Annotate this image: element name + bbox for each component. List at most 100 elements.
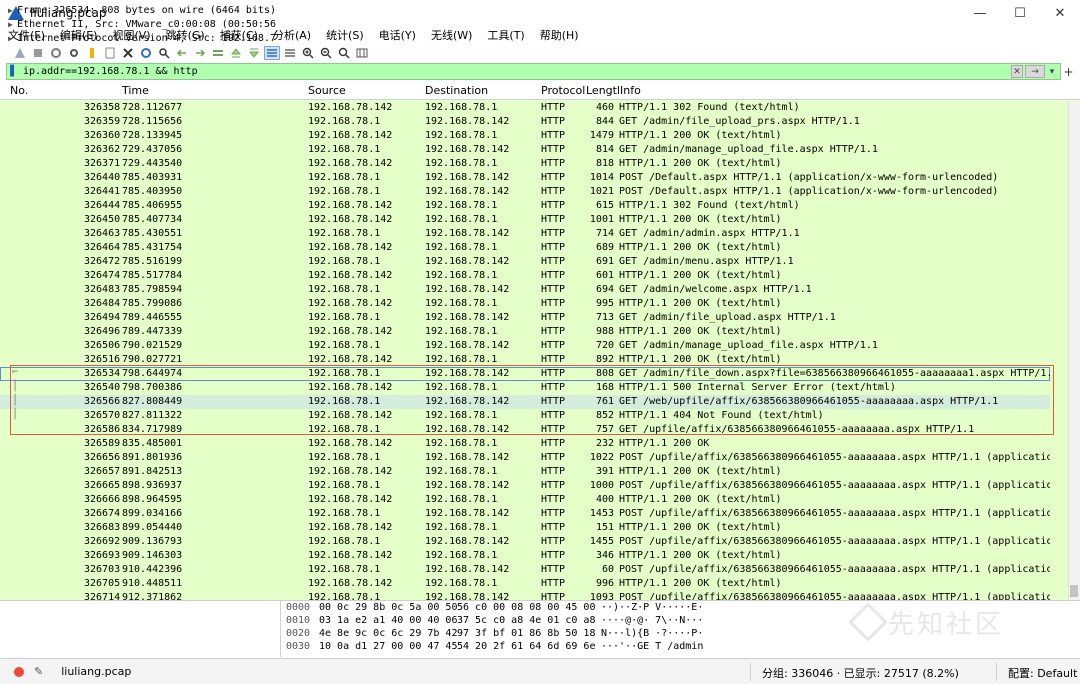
display-filter-input[interactable] <box>21 66 1060 77</box>
packet-row[interactable]: 326705 910.448511 192.168.78.142 192.168.78… <box>0 577 1050 591</box>
packet-row[interactable]: 326714 912.371862 192.168.78.1 192.168.78.1… <box>0 591 1077 600</box>
menu-wireless[interactable]: 无线(W) <box>431 27 472 43</box>
column-source[interactable]: Source <box>308 84 346 97</box>
packet-row[interactable]: 326692 909.136793 192.168.78.1 192.168.78.1… <box>0 535 1077 549</box>
column-destination[interactable]: Destination <box>425 84 488 97</box>
packet-row[interactable]: 326693 909.146303 192.168.78.142 192.168.78… <box>0 549 1050 563</box>
minimize-button[interactable]: — <box>960 0 1000 26</box>
packet-no: 326483 <box>84 284 121 295</box>
packet-row[interactable]: 326496 789.447339 192.168.78.142 192.168.78… <box>0 325 1050 339</box>
packet-row[interactable]: 326665 898.936937 192.168.78.1 192.168.78.1… <box>0 479 1077 493</box>
packet-no: 326516 <box>84 354 121 365</box>
packet-source: 192.168.78.1 <box>308 340 381 351</box>
menu-tools[interactable]: 工具(T) <box>487 27 524 43</box>
packet-row[interactable]: 326371 729.443540 192.168.78.142 192.168.78… <box>0 157 1050 171</box>
packet-row[interactable]: 326464 785.431754 192.168.78.142 192.168.78… <box>0 241 1050 255</box>
packet-protocol: HTTP <box>541 592 566 600</box>
status-profile[interactable]: 配置: Default <box>1008 665 1077 681</box>
packet-row[interactable]: 326534 798.644974 192.168.78.1 192.168.78.1… <box>0 367 1059 381</box>
packet-row[interactable]: 326703 910.442396 192.168.78.1 192.168.78.1… <box>0 563 1077 577</box>
menu-statistics[interactable]: 统计(S) <box>326 27 364 43</box>
packet-no: 326360 <box>84 130 121 141</box>
packet-length: 713 <box>595 312 614 323</box>
close-button[interactable]: ✕ <box>1040 0 1080 26</box>
detail-row-frame[interactable]: ▶ Frame 326534: 808 bytes on wire (6464 b… <box>8 3 276 17</box>
packet-row[interactable]: 326472 785.516199 192.168.78.1 192.168.78.1… <box>0 255 1050 269</box>
filter-bookmark-icon[interactable]: ▌ <box>7 65 21 78</box>
packet-protocol: HTTP <box>541 228 566 239</box>
packet-row[interactable]: 326483 785.798594 192.168.78.1 192.168.78.1… <box>0 283 1050 297</box>
column-protocol[interactable]: Protocol <box>541 84 585 97</box>
hex-offset: 0000 <box>286 602 311 613</box>
packet-time: 909.136793 <box>122 536 183 547</box>
menu-telephony[interactable]: 电话(Y) <box>379 27 416 43</box>
packet-length: 1093 <box>589 592 614 600</box>
column-time[interactable]: Time <box>122 84 149 97</box>
hex-bytes-a: 10 0a d1 27 00 00 47 45 <box>319 641 458 652</box>
expand-arrow-icon[interactable]: ▶ <box>8 34 17 43</box>
column-no[interactable]: No. <box>10 84 28 97</box>
packet-no: 326358 <box>84 102 121 113</box>
packet-row[interactable]: 326674 899.034166 192.168.78.1 192.168.78.1… <box>0 507 1077 521</box>
packet-row[interactable]: 326362 729.437056 192.168.78.1 192.168.78.1… <box>0 143 1050 157</box>
packet-row[interactable]: 326358 728.112677 192.168.78.142 192.168.78… <box>0 101 1050 115</box>
packet-no: 326703 <box>84 564 121 575</box>
menu-analyze[interactable]: 分析(A) <box>273 27 311 43</box>
resize-columns-icon[interactable] <box>354 46 370 60</box>
packet-row[interactable]: 326589 835.485001 192.168.78.142 192.168.78… <box>0 437 1050 451</box>
hex-row[interactable]: 0030 10 0a d1 27 00 00 47 45 54 20 2f 61… <box>281 641 1076 655</box>
zoom-in-icon[interactable] <box>300 46 316 60</box>
packet-row[interactable]: 326441 785.403950 192.168.78.1 192.168.78.1… <box>0 185 1050 199</box>
detail-row-ethernet[interactable]: ▶ Ethernet II, Src: VMware_c0:00:08 (00:5… <box>8 17 276 31</box>
capture-status-icon[interactable] <box>14 666 24 677</box>
packet-length: 391 <box>595 466 614 477</box>
packet-list-scrollbar[interactable] <box>1050 101 1080 600</box>
packet-destination: 192.168.78.142 <box>425 368 510 379</box>
expand-arrow-icon[interactable]: ▶ <box>8 20 17 29</box>
packet-row[interactable]: 326586 834.717989 192.168.78.1 192.168.78.1… <box>0 423 1050 437</box>
maximize-button[interactable]: ☐ <box>1000 0 1040 26</box>
detail-row-ip[interactable]: ▶ Internet Protocol Version 4, Src: 192.1… <box>8 31 276 45</box>
apply-filter-button[interactable]: → <box>1025 65 1045 78</box>
packet-row[interactable]: 326657 891.842513 192.168.78.142 192.168.78… <box>0 465 1050 479</box>
filter-history-dropdown[interactable]: ▾ <box>1047 65 1057 78</box>
packet-length: 892 <box>595 354 614 365</box>
scrollbar-track[interactable] <box>1068 101 1080 600</box>
packet-row[interactable]: 326666 898.964595 192.168.78.142 192.168.78… <box>0 493 1050 507</box>
packet-no: 326656 <box>84 452 121 463</box>
zoom-reset-icon[interactable] <box>336 46 352 60</box>
add-filter-button[interactable]: + <box>1061 63 1076 80</box>
packet-row[interactable]: 326506 790.021529 192.168.78.1 192.168.78.1… <box>0 339 1050 353</box>
packet-row[interactable]: 326566 827.808449 192.168.78.1 192.168.78.1… <box>0 395 1050 409</box>
status-packet-stats: 分组: 336046 · 已显示: 27517 (8.2%) <box>762 667 959 680</box>
scrollbar-thumb[interactable] <box>1070 585 1078 597</box>
colorize-icon[interactable] <box>282 46 298 60</box>
packet-row[interactable]: 326360 728.133945 192.168.78.142 192.168.78… <box>0 129 1050 143</box>
packet-time: 789.446555 <box>122 312 183 323</box>
packet-row[interactable]: 326444 785.406955 192.168.78.142 192.168.78… <box>0 199 1050 213</box>
packet-row[interactable]: 326516 790.027721 192.168.78.142 192.168.78… <box>0 353 1050 367</box>
packet-time: 785.431754 <box>122 242 183 253</box>
zoom-out-icon[interactable] <box>318 46 334 60</box>
column-length[interactable]: Lengtl <box>586 84 620 97</box>
packet-row[interactable]: 326359 728.115656 192.168.78.1 192.168.78.1… <box>0 115 1050 129</box>
edit-comment-icon[interactable]: ✎ <box>34 665 43 678</box>
expand-arrow-icon[interactable]: ▶ <box>8 6 17 15</box>
packet-row[interactable]: 326656 891.801936 192.168.78.1 192.168.78.1… <box>0 451 1077 465</box>
packet-row[interactable]: 326474 785.517784 192.168.78.142 192.168.78… <box>0 269 1050 283</box>
packet-row[interactable]: 326463 785.430551 192.168.78.1 192.168.78.1… <box>0 227 1050 241</box>
clear-filter-button[interactable]: ✕ <box>1011 65 1023 78</box>
packet-row[interactable]: 326494 789.446555 192.168.78.1 192.168.78.1… <box>0 311 1050 325</box>
column-info[interactable]: Info <box>620 84 641 97</box>
packet-row[interactable]: 326440 785.403931 192.168.78.1 192.168.78.1… <box>0 171 1050 185</box>
packet-row[interactable]: 326450 785.407734 192.168.78.142 192.168.78… <box>0 213 1050 227</box>
packet-destination: 192.168.78.1 <box>425 270 498 281</box>
packet-info: HTTP/1.1 200 OK (text/html) <box>619 130 782 141</box>
packet-row[interactable]: 326484 785.799086 192.168.78.142 192.168.78… <box>0 297 1050 311</box>
packet-protocol: HTTP <box>541 438 566 449</box>
packet-row[interactable]: 326683 899.054440 192.168.78.142 192.168.78… <box>0 521 1050 535</box>
menu-help[interactable]: 帮助(H) <box>540 27 579 43</box>
packet-row[interactable]: 326540 798.700386 192.168.78.142 192.168.78… <box>0 381 1050 395</box>
packet-row[interactable]: 326570 827.811322 192.168.78.142 192.168.78… <box>0 409 1050 423</box>
watermark-text: 先知社区 <box>888 610 1005 640</box>
